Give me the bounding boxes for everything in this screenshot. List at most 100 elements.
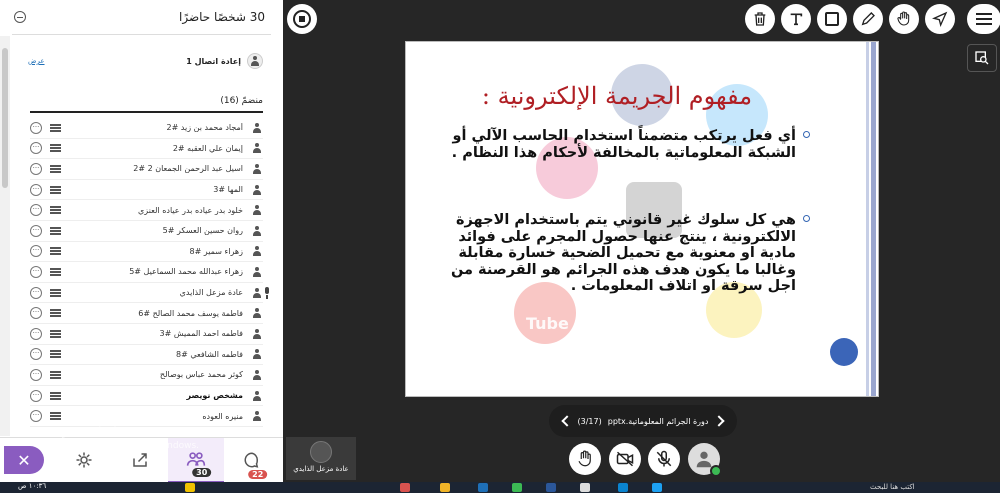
participant-row[interactable]: فاطمه الشافعي #8 ··· — [30, 345, 263, 366]
taskbar-app-icon[interactable] — [618, 483, 628, 492]
taskbar-app-icon[interactable] — [512, 483, 522, 492]
chat-lines-icon[interactable] — [50, 185, 61, 194]
slide-bullet-text: أي فعل يرتكب متضمناً استخدام الحاسب الآل… — [451, 128, 796, 161]
zoom-fit-button[interactable] — [967, 44, 997, 72]
more-options-icon[interactable]: ··· — [30, 204, 42, 217]
share-content-button[interactable] — [112, 438, 168, 483]
chat-lines-icon[interactable] — [50, 288, 61, 297]
participant-name: روان حسين العسكر #5 — [162, 226, 243, 236]
participant-row[interactable]: المها #3 ··· — [30, 180, 263, 201]
participant-row[interactable]: زهراء عبدالله محمد السماعيل #5 ··· — [30, 262, 263, 283]
person-icon — [251, 410, 263, 422]
more-options-icon[interactable]: ··· — [30, 245, 42, 258]
raise-hand-button[interactable] — [569, 443, 601, 475]
chat-lines-icon[interactable] — [50, 370, 61, 379]
microphone-toggle-button[interactable] — [648, 443, 680, 475]
chat-lines-icon[interactable] — [50, 267, 61, 276]
taskbar-app-icon[interactable] — [440, 483, 450, 492]
participant-row[interactable]: روان حسين العسكر #5 ··· — [30, 221, 263, 242]
participants-panel: 30 شخصًا حاضرًا إعادة اتصال 1 عرض منضمّ … — [0, 0, 283, 483]
participant-row[interactable]: فاطمة يوسف محمد الصالح #6 ··· — [30, 303, 263, 324]
more-options-icon[interactable]: ··· — [30, 183, 42, 196]
participant-name: إيمان علي العقبه #2 — [172, 143, 243, 153]
taskbar-app-icon[interactable] — [580, 483, 590, 492]
more-options-icon[interactable]: ··· — [30, 348, 42, 361]
participant-row[interactable]: أمجاد محمد بن زيد #2 ··· — [30, 118, 263, 139]
taskbar-app-icon[interactable] — [185, 483, 195, 492]
participant-row[interactable]: اسيل عبد الرحمن الجمعان 2 #2 ··· — [30, 159, 263, 180]
slide-bullet-text: هي كل سلوك غير قانوني يتم باستخدام الاجه… — [450, 212, 796, 294]
participant-row[interactable]: فاطمه احمد المميش #3 ··· — [30, 324, 263, 345]
attendees-button[interactable]: 30 — [168, 437, 224, 483]
next-slide-button[interactable] — [711, 411, 727, 431]
chat-lines-icon[interactable] — [50, 309, 61, 318]
more-options-icon[interactable]: ··· — [30, 265, 42, 278]
more-options-icon[interactable]: ··· — [30, 286, 42, 299]
slide-bullet: أي فعل يرتكب متضمناً استخدام الحاسب الآل… — [434, 128, 810, 161]
more-options-icon[interactable]: ··· — [30, 410, 42, 423]
panel-scrollbar[interactable] — [0, 36, 10, 436]
taskbar-app-icon[interactable] — [546, 483, 556, 492]
pointer-tool-button[interactable] — [925, 4, 955, 34]
chat-button[interactable]: 22 — [224, 438, 280, 483]
chat-lines-icon[interactable] — [50, 412, 61, 421]
share-icon — [133, 453, 147, 467]
pan-tool-button[interactable] — [889, 4, 919, 34]
participant-name: المها #3 — [213, 185, 243, 195]
delete-tool-button[interactable] — [745, 4, 775, 34]
participant-row[interactable]: خلود بدر عياده بدر عياده العنزي ··· — [30, 200, 263, 221]
taskbar-search[interactable]: اكتب هنا للبحث — [870, 483, 915, 491]
more-options-icon[interactable]: ··· — [30, 142, 42, 155]
more-options-icon[interactable]: ··· — [30, 389, 42, 402]
participant-row[interactable]: منيره العوده ··· — [30, 406, 263, 427]
show-link[interactable]: عرض — [28, 57, 45, 65]
more-options-icon[interactable]: ··· — [30, 224, 42, 237]
more-options-icon[interactable]: ··· — [30, 368, 42, 381]
participant-name: زهراء سمير #8 — [189, 246, 243, 256]
chat-lines-icon[interactable] — [50, 350, 61, 359]
self-video-tile[interactable]: عادة مزعل الذايدي — [286, 437, 356, 480]
text-tool-button[interactable] — [781, 4, 811, 34]
participant-row[interactable]: كوثر محمد عباس بوصالح ··· — [30, 365, 263, 386]
taskbar-app-icon[interactable] — [400, 483, 410, 492]
pen-tool-button[interactable] — [853, 4, 883, 34]
more-options-icon[interactable]: ··· — [30, 121, 42, 134]
chat-lines-icon[interactable] — [50, 247, 61, 256]
collapse-panel-icon[interactable] — [14, 11, 26, 23]
panel-header: 30 شخصًا حاضرًا — [0, 0, 283, 34]
chat-lines-icon[interactable] — [50, 123, 61, 132]
close-icon: ✕ — [4, 446, 44, 474]
session-menu-button[interactable] — [967, 4, 1000, 34]
chat-lines-icon[interactable] — [50, 226, 61, 235]
taskbar-app-icon[interactable] — [652, 483, 662, 492]
participant-name: خلود بدر عياده بدر عياده العنزي — [138, 205, 243, 215]
person-icon — [249, 55, 261, 67]
participant-row[interactable]: إيمان علي العقبه #2 ··· — [30, 139, 263, 160]
scroll-thumb[interactable] — [2, 48, 8, 188]
more-options-icon[interactable]: ··· — [30, 327, 42, 340]
participant-name: كوثر محمد عباس بوصالح — [159, 370, 243, 380]
participant-row[interactable]: مشخص نويصر ··· — [30, 386, 263, 407]
participant-name: فاطمه الشافعي #8 — [175, 349, 243, 359]
close-session-menu-button[interactable]: ✕ — [0, 438, 56, 483]
person-icon — [251, 122, 263, 134]
participant-row[interactable]: عادة مزعل الذايدي ··· — [30, 283, 263, 304]
more-options-icon[interactable]: ··· — [30, 162, 42, 175]
chat-lines-icon[interactable] — [50, 164, 61, 173]
taskbar-app-icon[interactable] — [478, 483, 488, 492]
chat-lines-icon[interactable] — [50, 206, 61, 215]
stop-share-button[interactable] — [287, 4, 317, 34]
person-icon — [251, 287, 263, 299]
camera-toggle-button[interactable] — [609, 443, 641, 475]
more-options-icon[interactable]: ··· — [30, 307, 42, 320]
chat-lines-icon[interactable] — [50, 391, 61, 400]
participant-row[interactable]: زهراء سمير #8 ··· — [30, 242, 263, 263]
chat-lines-icon[interactable] — [50, 329, 61, 338]
youtube-watermark-text: Tube — [526, 314, 569, 333]
slide-info: (3/17) دورة الجرائم المعلوماتية.pptx — [578, 417, 709, 426]
prev-slide-button[interactable] — [559, 411, 575, 431]
settings-button[interactable] — [56, 438, 112, 483]
chat-lines-icon[interactable] — [50, 144, 61, 153]
my-status-button[interactable] — [688, 443, 722, 477]
shape-tool-button[interactable] — [817, 4, 847, 34]
